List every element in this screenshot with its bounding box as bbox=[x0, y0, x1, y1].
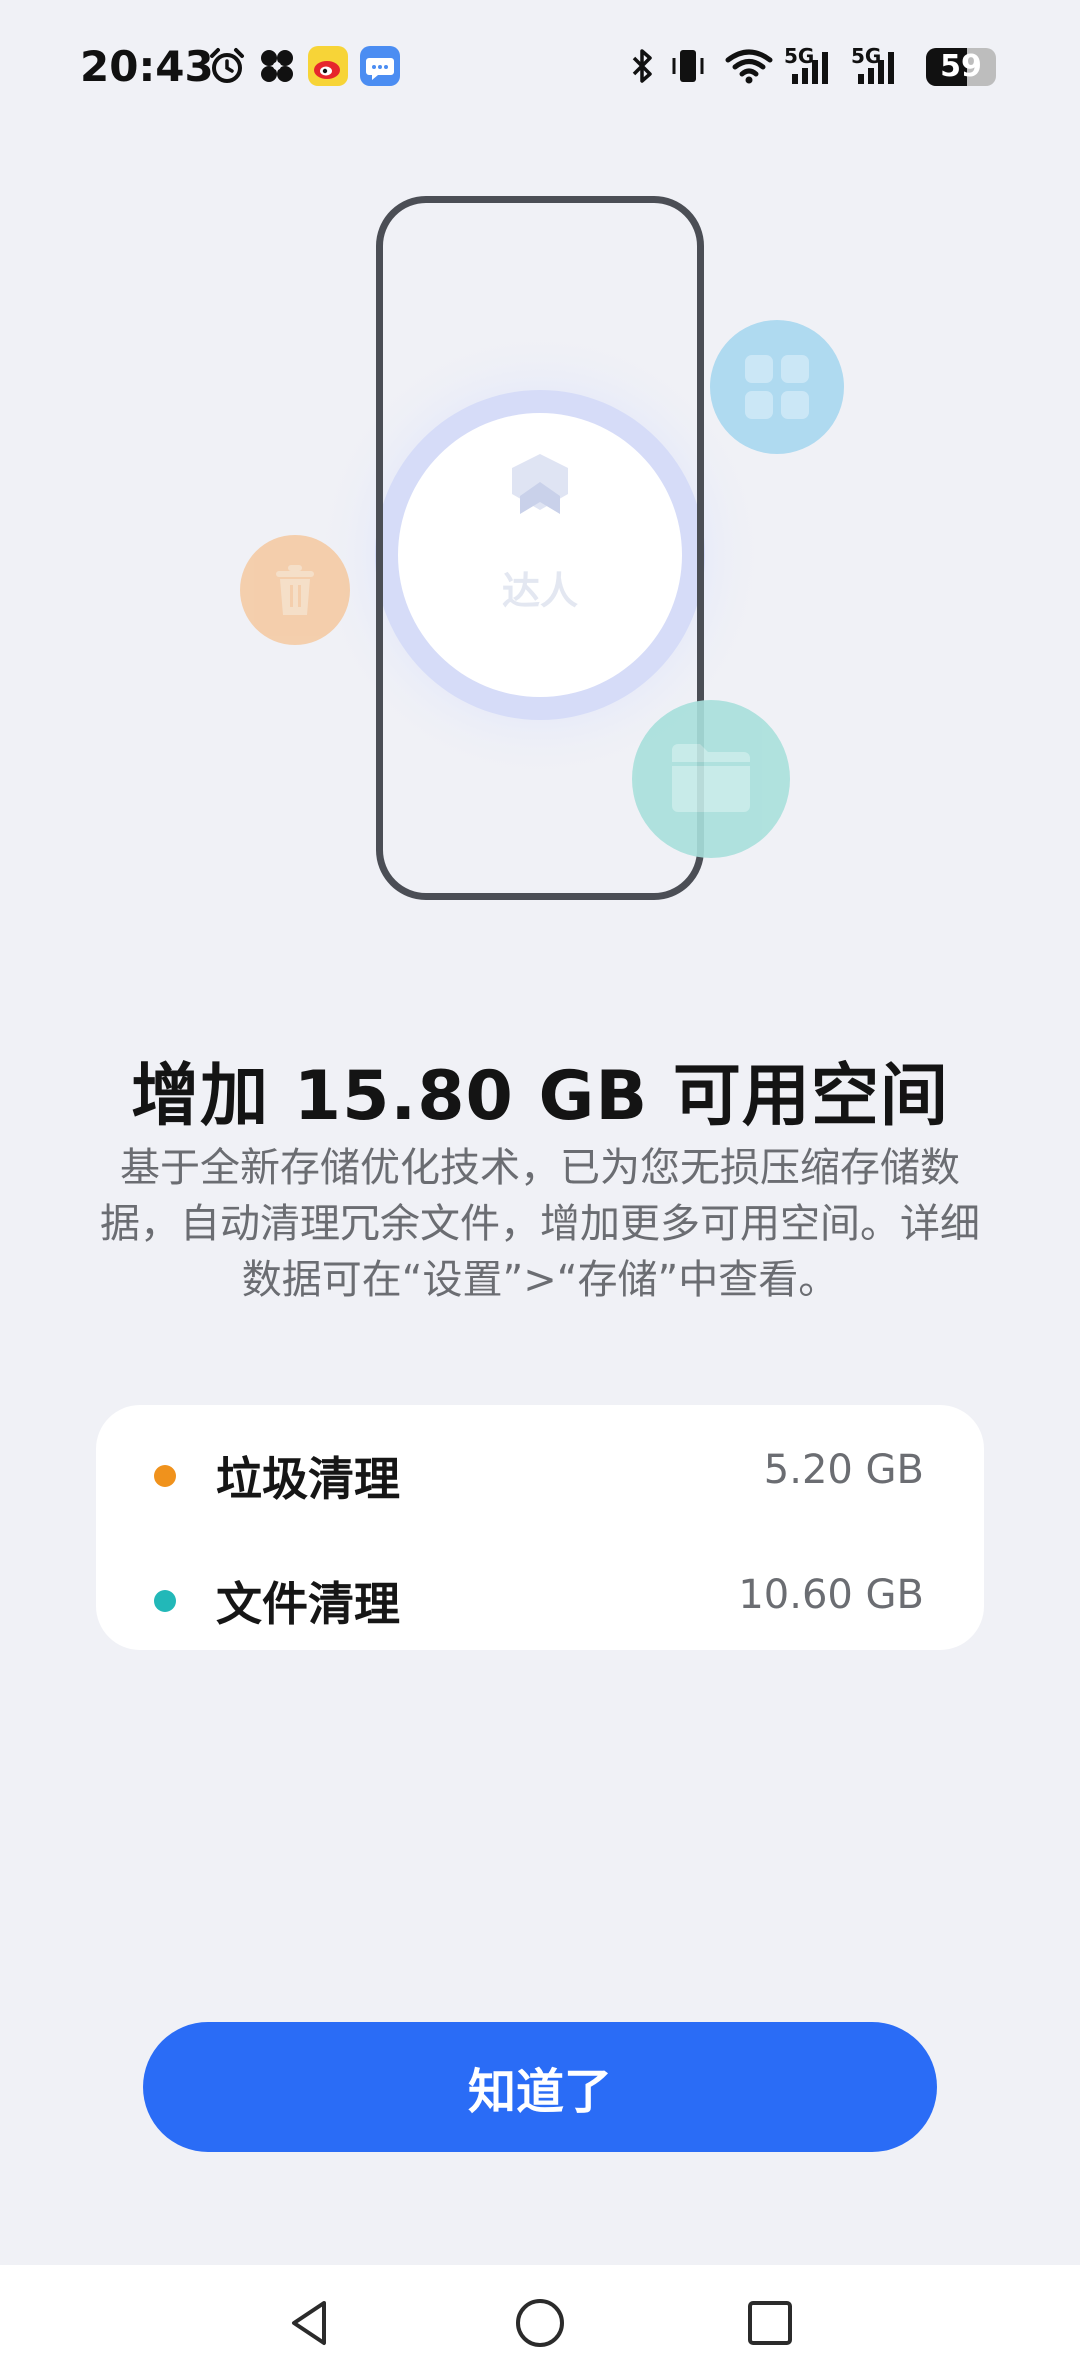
battery-icon: 59 bbox=[926, 48, 996, 86]
summary-row-files: 文件清理 10.60 GB bbox=[96, 1560, 984, 1640]
apps-bubble bbox=[710, 320, 844, 454]
message-icon bbox=[360, 46, 400, 86]
row-value: 10.60 GB bbox=[738, 1572, 924, 1618]
status-dot bbox=[154, 1465, 176, 1487]
row-label: 文件清理 bbox=[216, 1577, 400, 1631]
trash-icon bbox=[276, 565, 314, 615]
weibo-icon bbox=[308, 46, 348, 86]
alarm-icon bbox=[210, 48, 244, 83]
trash-bubble bbox=[240, 535, 350, 645]
signal-icon bbox=[792, 52, 828, 84]
folder-icon bbox=[672, 744, 750, 812]
summary-row-junk: 垃圾清理 5.20 GB bbox=[96, 1435, 984, 1515]
battery-level: 59 bbox=[940, 49, 982, 84]
folder-bubble bbox=[632, 700, 790, 858]
status-bar: 20:43 5G 5G 59 bbox=[0, 0, 1080, 130]
storage-optimization-screen: 20:43 5G 5G 59 达人 增加 15.80 GB 可用空间 基于全新存… bbox=[0, 0, 1080, 2377]
shield-badge-icon bbox=[512, 454, 568, 514]
description-text: 基于全新存储优化技术，已为您无损压缩存储数据，自动清理冗余文件，增加更多可用空间… bbox=[100, 1145, 980, 1303]
home-icon[interactable] bbox=[512, 2295, 568, 2351]
status-dot bbox=[154, 1590, 176, 1612]
vibrate-icon bbox=[672, 50, 704, 82]
row-value: 5.20 GB bbox=[763, 1447, 924, 1493]
navigation-bar bbox=[0, 2265, 1080, 2377]
row-label: 垃圾清理 bbox=[216, 1452, 400, 1506]
got-it-button[interactable]: 知道了 bbox=[143, 2022, 937, 2152]
bluetooth-icon bbox=[632, 49, 652, 83]
cleanup-summary-card: 垃圾清理 5.20 GB 文件清理 10.60 GB bbox=[96, 1405, 984, 1650]
pinwheel-icon bbox=[261, 50, 293, 82]
recents-icon[interactable] bbox=[742, 2295, 798, 2351]
back-icon[interactable] bbox=[282, 2295, 338, 2351]
hero-illustration: 达人 bbox=[0, 150, 1080, 950]
wifi-icon bbox=[725, 49, 773, 84]
signal-icon-2 bbox=[858, 52, 894, 84]
status-time: 20:43 bbox=[80, 42, 214, 91]
page-title: 增加 15.80 GB 可用空间 bbox=[131, 1057, 949, 1136]
badge-text: 达人 bbox=[501, 569, 578, 613]
apps-grid-icon bbox=[745, 355, 809, 419]
